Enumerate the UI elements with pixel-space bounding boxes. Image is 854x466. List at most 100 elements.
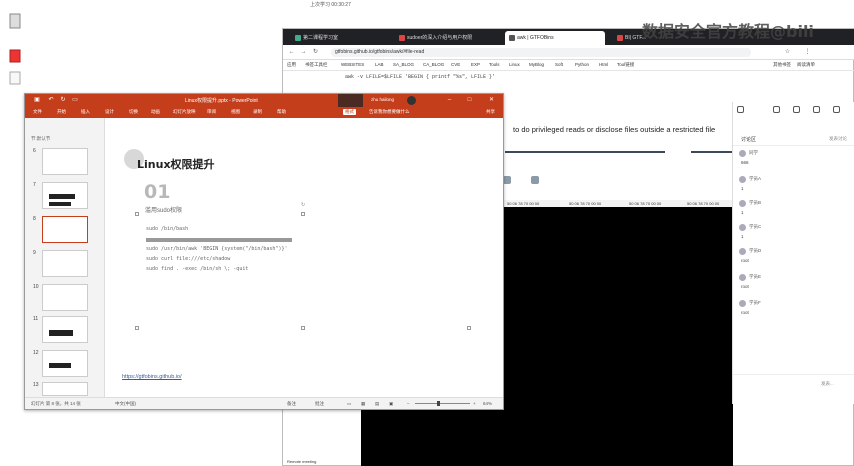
user-name[interactable]: zhu hailong [371,97,394,102]
slide-number: 10 [33,284,39,290]
forward-icon[interactable]: → [299,48,308,57]
more-icon[interactable] [833,106,840,113]
save-icon[interactable]: ▣ [33,96,41,104]
share-button[interactable]: 共享 [486,109,495,115]
watermark: 数据安全官方教程@bili [642,22,814,41]
comment-icon[interactable] [773,106,780,113]
reading-view-icon[interactable]: ▤ [375,401,379,407]
maximize-icon[interactable]: □ [465,96,474,105]
tab-slideshow[interactable]: 幻灯片放映 [173,109,196,115]
tab-animations[interactable]: 动画 [151,109,160,115]
meeting-chip[interactable]: Remote meeting [283,457,363,466]
slide-canvas[interactable]: Linux权限提升 01 滥用sudo权限 sudo /bin/bash sud… [117,130,493,380]
bookmark[interactable]: WEBSITES [341,62,364,67]
tab-design[interactable]: 设计 [105,109,114,115]
tab-format[interactable]: 格式 [343,109,356,115]
bookmark[interactable]: 应用 [287,62,296,68]
chat-post-button[interactable]: 发表讨论 [829,136,847,142]
bookmark[interactable]: Python [575,62,589,67]
slide-title[interactable]: Linux权限提升 [137,156,215,172]
tab-review[interactable]: 审阅 [207,109,216,115]
tab-home[interactable]: 开始 [57,109,66,115]
desktop-app-icon[interactable] [4,48,26,66]
share-icon[interactable] [503,176,511,184]
undo-icon[interactable]: ↶ [47,96,55,104]
bookmark[interactable]: MyBlog [529,62,544,67]
bookmark[interactable]: CVE [451,62,460,67]
command-line[interactable]: sudo /bin/bash [146,226,188,232]
slide-thumbnail[interactable] [42,182,88,209]
bookmark[interactable]: 其他书签 [773,62,791,68]
resize-handle[interactable] [301,212,305,216]
language-indicator[interactable]: 中文(中国) [115,401,136,407]
tell-me-search[interactable]: 告诉我你想要做什么 [369,109,410,115]
normal-view-icon[interactable]: ▭ [347,401,351,407]
bookmark[interactable]: Tools [489,62,500,67]
section-number[interactable]: 01 [144,181,170,203]
slide-thumbnail-selected[interactable] [42,216,88,243]
tab-file[interactable]: 文件 [33,109,42,115]
share-icon[interactable] [531,176,539,184]
browser-tab[interactable]: 第二课程学习室 [291,31,371,45]
slide-thumbnail[interactable] [42,250,88,277]
redo-icon[interactable]: ↻ [59,96,67,104]
zoom-out-icon[interactable]: – [407,401,410,406]
tab-view[interactable]: 视图 [231,109,240,115]
minimize-icon[interactable]: – [445,96,454,105]
rotate-handle-icon[interactable]: ↻ [301,202,305,208]
slideshow-icon[interactable]: ▭ [71,96,79,104]
reload-icon[interactable]: ↻ [311,48,320,57]
resize-handle[interactable] [301,326,305,330]
section-subtitle[interactable]: 滥用sudo权限 [145,205,182,214]
bookmark[interactable]: CA_BLOG [423,62,444,67]
bookmark[interactable]: Tool链接 [617,62,634,68]
reference-link[interactable]: https://gtfobins.github.io/ [122,374,182,380]
tab-transitions[interactable]: 切换 [129,109,138,115]
tab-help[interactable]: 帮助 [277,109,286,115]
resize-handle[interactable] [135,326,139,330]
address-bar[interactable]: gtfobins.github.io/gtfobins/awk/#file-re… [331,48,751,57]
bookmark[interactable]: 阅读清单 [797,62,815,68]
command-line[interactable]: sudo /usr/bin/awk 'BEGIN {system("/bin/b… [146,246,287,252]
notes-button[interactable]: 备注 [287,401,296,407]
heart-icon[interactable] [737,106,744,113]
command-line[interactable]: sudo curl file:///etc/shadow [146,256,230,262]
zoom-slider[interactable] [415,403,470,404]
resize-handle[interactable] [135,212,139,216]
close-icon[interactable]: ✕ [487,96,496,105]
comments-button[interactable]: 批注 [315,401,324,407]
desktop-app-icon-2[interactable] [4,70,26,88]
zoom-level[interactable]: 64% [483,401,492,406]
slide-thumbnail[interactable] [42,350,88,377]
bookmark[interactable]: Linux [509,62,520,67]
tab-insert[interactable]: 插入 [81,109,90,115]
chat-input[interactable]: 发表... [821,381,834,387]
sorter-view-icon[interactable]: ▦ [361,401,365,407]
zoom-slider-handle[interactable] [437,401,440,406]
bookmark[interactable]: Soft [555,62,563,67]
share-icon[interactable] [793,106,800,113]
bookmark[interactable]: EXP [471,62,480,67]
browser-tab-active[interactable]: awk | GTFOBins [505,31,605,45]
bookmark[interactable]: Html [599,62,608,67]
resize-handle[interactable] [467,326,471,330]
command-line[interactable]: sudo find . -exec /bin/sh \; -quit [146,266,248,272]
browser-tab[interactable]: sudoer的深入介绍与用户权限 [395,31,500,45]
slide-thumbnail[interactable] [42,148,88,175]
tab-record[interactable]: 录制 [253,109,262,115]
slide-thumbnail[interactable] [42,316,88,343]
zoom-in-icon[interactable]: + [473,401,476,406]
back-icon[interactable]: ← [287,48,296,57]
avatar[interactable] [407,96,416,105]
thumb-redaction [49,330,73,336]
bookmark[interactable]: 书签工具栏 [305,62,328,68]
desktop-recycle-icon[interactable] [4,12,26,30]
star-icon[interactable]: ☆ [783,48,792,57]
slide-thumbnail[interactable] [42,284,88,311]
slideshow-view-icon[interactable]: ▣ [389,401,393,407]
star-icon[interactable] [813,106,820,113]
extensions-icon[interactable]: ⋮ [803,48,812,57]
slide-thumbnail[interactable] [42,382,88,396]
bookmark[interactable]: LAB [375,62,384,67]
bookmark[interactable]: SA_BLOG [393,62,414,67]
